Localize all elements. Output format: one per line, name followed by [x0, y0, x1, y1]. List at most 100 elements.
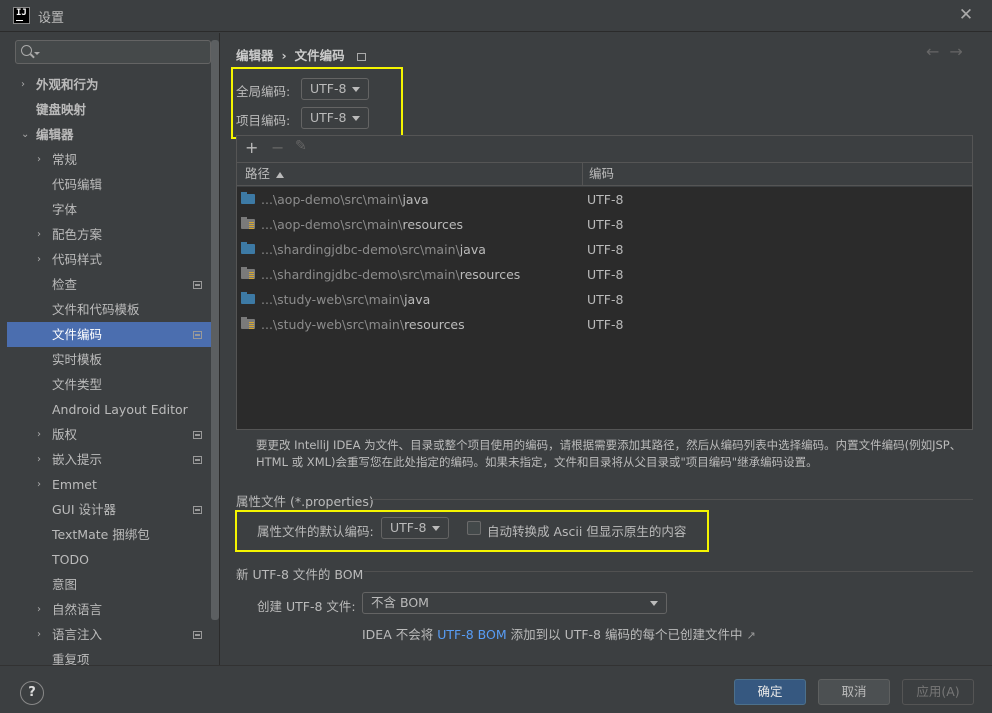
sidebar-item[interactable]: ⌄ 编辑器 — [7, 122, 219, 147]
settings-search-input[interactable] — [15, 40, 211, 64]
add-path-button[interactable]: + — [245, 138, 258, 157]
search-history-chevron-icon[interactable] — [34, 52, 40, 55]
sidebar-item[interactable]: TextMate 捆绑包 — [7, 522, 219, 547]
sidebar-item[interactable]: 检查 — [7, 272, 219, 297]
encoding-cell[interactable]: UTF-8 — [587, 187, 623, 212]
sidebar-item[interactable]: › 代码样式 — [7, 247, 219, 272]
back-arrow-icon[interactable]: ← — [926, 42, 949, 61]
sidebar-item[interactable]: 文件类型 — [7, 372, 219, 397]
history-navigation: ←→ — [926, 42, 973, 61]
chevron-right-icon[interactable]: › — [37, 597, 47, 622]
table-row[interactable]: ...\aop-demo\src\main\java UTF-8 — [237, 187, 972, 212]
sidebar-item[interactable]: 实时模板 — [7, 347, 219, 372]
create-utf8-label: 创建 UTF-8 文件: — [257, 599, 356, 614]
sidebar-item-label: 文件编码 — [52, 327, 103, 342]
remove-path-button[interactable]: − — [271, 138, 284, 157]
table-row[interactable]: ...\study-web\src\main\java UTF-8 — [237, 287, 972, 312]
breadcrumb-parent[interactable]: 编辑器 — [236, 48, 274, 63]
settings-sidebar: › 外观和行为 键盘映射 ⌄ 编辑器 › 常规代码编辑字体 › 配色方案 › 代码样式检查文件和代码… — [7, 33, 219, 665]
sidebar-item-label: 嵌入提示 — [52, 452, 103, 467]
sidebar-item-label: TODO — [52, 552, 89, 567]
table-row[interactable]: ...\shardingjdbc-demo\src\main\resources… — [237, 262, 972, 287]
column-header-path[interactable]: 路径 — [245, 163, 285, 185]
column-separator[interactable] — [582, 163, 583, 185]
sidebar-item[interactable]: › 自然语言 — [7, 597, 219, 622]
apply-button[interactable]: 应用(A) — [902, 679, 974, 705]
sidebar-item[interactable]: › 嵌入提示 — [7, 447, 219, 472]
intellij-logo-icon: IJ — [13, 7, 30, 24]
sidebar-item[interactable]: › 常规 — [7, 147, 219, 172]
sidebar-item-label: 检查 — [52, 277, 78, 292]
sidebar-item-label: 版权 — [52, 427, 78, 442]
bom-section-title: 新 UTF-8 文件的 BOM — [236, 567, 364, 582]
dialog-footer: ? 确定 取消 应用(A) — [0, 665, 992, 713]
table-row[interactable]: ...\aop-demo\src\main\resources UTF-8 — [237, 212, 972, 237]
path-cell: ...\aop-demo\src\main\java — [261, 192, 429, 207]
edit-path-button[interactable]: ✎ — [295, 138, 307, 154]
chevron-right-icon[interactable]: › — [37, 422, 47, 447]
sidebar-item[interactable]: › 配色方案 — [7, 222, 219, 247]
sidebar-item-label: 文件和代码模板 — [52, 302, 140, 317]
chevron-right-icon[interactable]: › — [37, 247, 47, 272]
sidebar-item[interactable]: TODO — [7, 547, 219, 572]
sidebar-item-label: TextMate 捆绑包 — [52, 527, 150, 542]
breadcrumb-current: 文件编码 — [294, 48, 345, 63]
sidebar-item[interactable]: 代码编辑 — [7, 172, 219, 197]
sidebar-scrollbar[interactable] — [211, 40, 219, 620]
chevron-right-icon[interactable]: › — [37, 622, 47, 647]
help-button[interactable]: ? — [20, 681, 44, 705]
encoding-cell[interactable]: UTF-8 — [587, 237, 623, 262]
table-body: ...\aop-demo\src\main\java UTF-8 ...\aop-d… — [237, 187, 972, 429]
global-encoding-combo[interactable]: UTF-8 — [301, 78, 369, 100]
encoding-cell[interactable]: UTF-8 — [587, 287, 623, 312]
chevron-right-icon[interactable]: › — [21, 72, 31, 97]
sidebar-item[interactable]: › 版权 — [7, 422, 219, 447]
table-row[interactable]: ...\study-web\src\main\resources UTF-8 — [237, 312, 972, 337]
encoding-cell[interactable]: UTF-8 — [587, 312, 623, 337]
sidebar-item[interactable]: 重复项 — [7, 647, 219, 665]
project-encoding-value: UTF-8 — [310, 110, 347, 125]
sidebar-item-label: 代码编辑 — [52, 177, 103, 192]
native-to-ascii-label[interactable]: 自动转换成 Ascii 但显示原生的内容 — [487, 521, 686, 540]
path-cell: ...\shardingjdbc-demo\src\main\resources — [261, 267, 521, 282]
sidebar-item[interactable]: 意图 — [7, 572, 219, 597]
properties-encoding-value: UTF-8 — [390, 520, 427, 535]
properties-encoding-combo[interactable]: UTF-8 — [381, 517, 449, 539]
table-row[interactable]: ...\shardingjdbc-demo\src\main\java UTF-8 — [237, 237, 972, 262]
project-encoding-combo[interactable]: UTF-8 — [301, 107, 369, 129]
sidebar-item[interactable]: › 外观和行为 — [7, 72, 219, 97]
sidebar-item[interactable]: › 语言注入 — [7, 622, 219, 647]
source-folder-icon — [241, 242, 255, 254]
sidebar-item[interactable]: 字体 — [7, 197, 219, 222]
source-folder-icon — [241, 192, 255, 204]
encoding-cell[interactable]: UTF-8 — [587, 262, 623, 287]
search-icon — [21, 45, 32, 56]
sidebar-item[interactable]: 键盘映射 — [7, 97, 219, 122]
cancel-button[interactable]: 取消 — [818, 679, 890, 705]
encoding-cell[interactable]: UTF-8 — [587, 212, 623, 237]
chevron-down-icon[interactable]: ⌄ — [21, 122, 31, 147]
native-to-ascii-checkbox[interactable] — [467, 521, 481, 535]
chevron-right-icon[interactable]: › — [37, 472, 47, 497]
bom-info-text: IDEA 不会将 UTF-8 BOM 添加到以 UTF-8 编码的每个已创建文件… — [362, 627, 756, 642]
project-scope-icon — [356, 52, 366, 61]
create-utf8-bom-combo[interactable]: 不含 BOM — [362, 592, 667, 614]
global-encoding-value: UTF-8 — [310, 81, 347, 96]
sidebar-item[interactable]: 文件和代码模板 — [7, 297, 219, 322]
properties-default-encoding-label: 属性文件的默认编码: — [257, 524, 374, 539]
utf8-bom-link[interactable]: UTF-8 BOM — [437, 627, 506, 642]
chevron-right-icon[interactable]: › — [37, 147, 47, 172]
sidebar-item[interactable]: GUI 设计器 — [7, 497, 219, 522]
sidebar-item[interactable]: › Emmet — [7, 472, 219, 497]
ok-button[interactable]: 确定 — [734, 679, 806, 705]
chevron-right-icon[interactable]: › — [37, 222, 47, 247]
title-bar: IJ 设置 ✕ — [0, 0, 992, 32]
sidebar-item[interactable]: Android Layout Editor — [7, 397, 219, 422]
close-icon[interactable]: ✕ — [956, 5, 976, 25]
column-header-encoding[interactable]: 编码 — [589, 163, 614, 185]
sidebar-item-label: 重复项 — [52, 652, 90, 665]
sidebar-item-label: 文件类型 — [52, 377, 103, 392]
chevron-right-icon[interactable]: › — [37, 447, 47, 472]
sidebar-item[interactable]: 文件编码 — [7, 322, 219, 347]
forward-arrow-icon[interactable]: → — [949, 42, 972, 61]
